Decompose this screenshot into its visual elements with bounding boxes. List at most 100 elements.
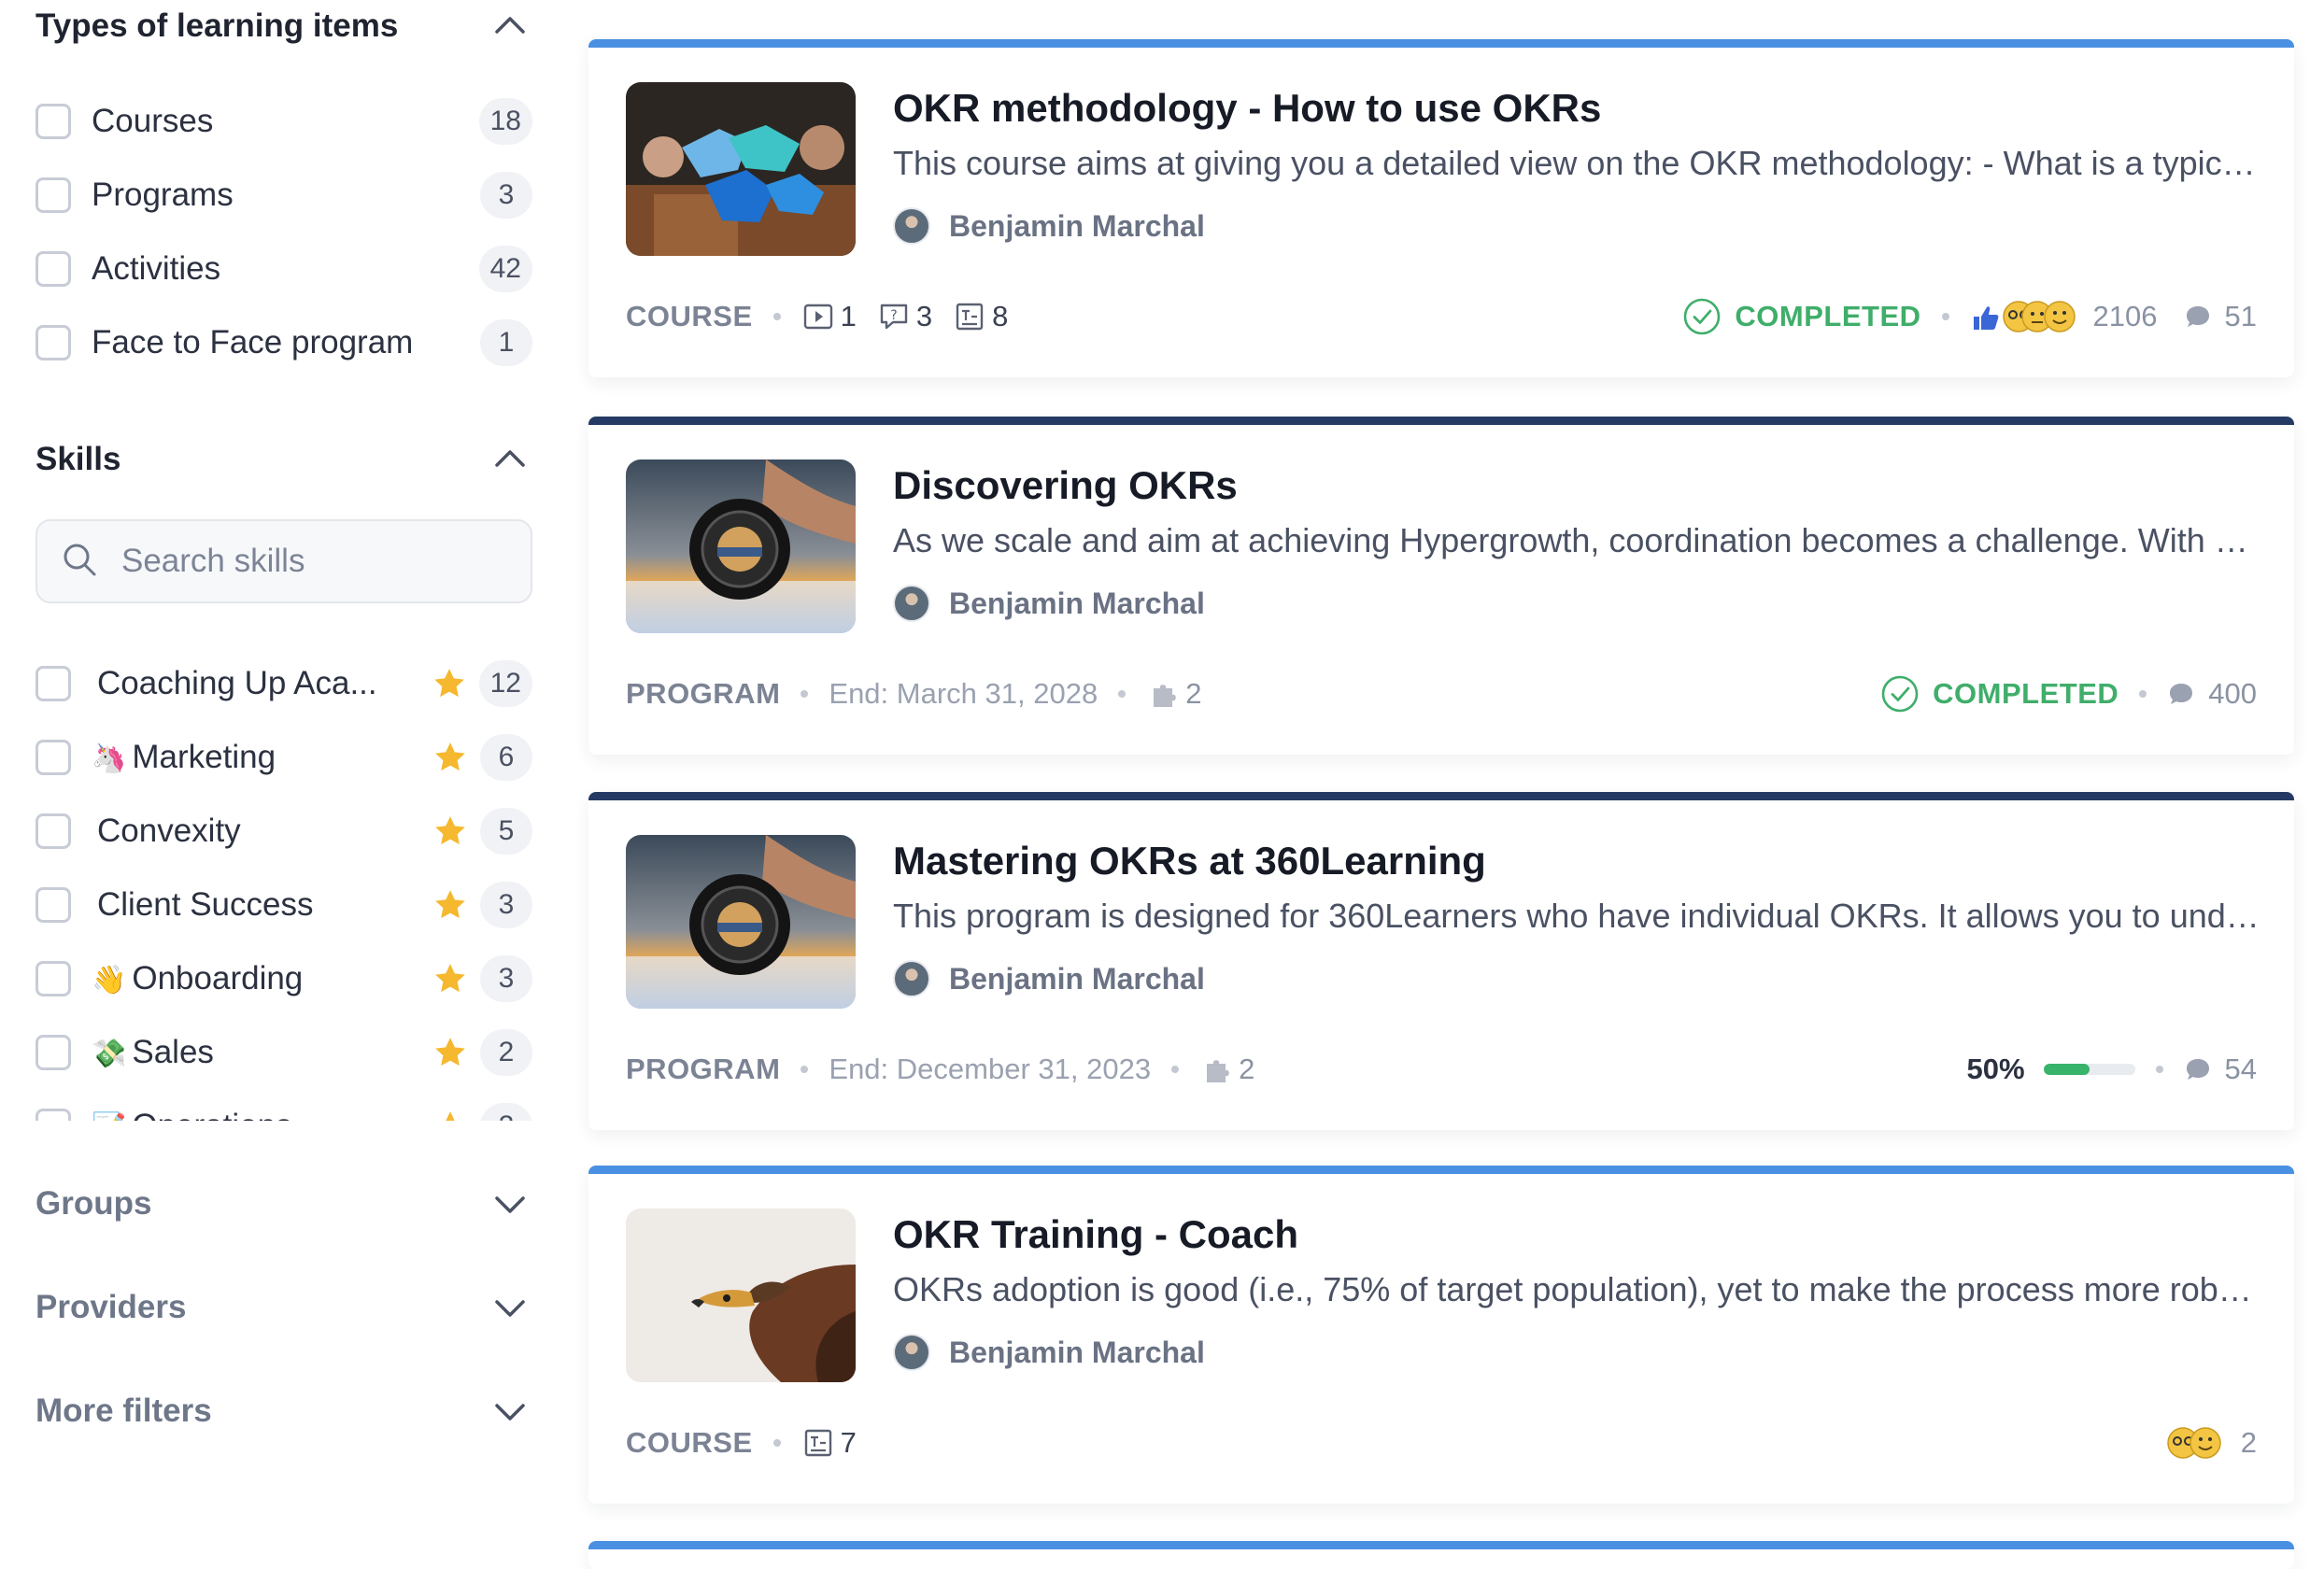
card-status-area: 50% 54 — [1966, 1046, 2257, 1093]
filter-skill-operations[interactable]: 📝Operations 2 — [35, 1098, 532, 1121]
card-accent-bar — [588, 792, 2294, 800]
card-title[interactable]: OKR Training - Coach — [893, 1212, 1298, 1257]
filter-type-programs[interactable]: Programs 3 — [35, 167, 532, 223]
reaction-emojis-icon — [2167, 1427, 2221, 1459]
filter-label: Face to Face program — [92, 324, 414, 360]
filter-type-activities[interactable]: Activities 42 — [35, 241, 532, 297]
checkbox[interactable] — [35, 104, 71, 139]
learning-card[interactable]: OKR Training - Coach OKRs adoption is go… — [588, 1166, 2294, 1504]
card-title[interactable]: Mastering OKRs at 360Learning — [893, 839, 1486, 883]
skills-search-box[interactable] — [35, 519, 532, 603]
checkbox[interactable] — [35, 666, 71, 701]
card-author[interactable]: Benjamin Marchal — [893, 585, 1205, 622]
filter-label: 🦄 Marketing — [92, 739, 276, 775]
filter-skill-client-success[interactable]: Client Success 3 — [35, 877, 532, 933]
filter-type-face-to-face[interactable]: Face to Face program 1 — [35, 315, 532, 371]
check-circle-icon — [1881, 675, 1919, 713]
skills-list[interactable]: Coaching Up Aca... 12 🦄 Marketing 6 Conve… — [35, 644, 532, 1121]
reaction-emojis-icon — [1973, 301, 2076, 332]
checkbox[interactable] — [35, 961, 71, 997]
filter-skill-coaching[interactable]: Coaching Up Aca... 12 — [35, 656, 532, 712]
comment-icon — [2186, 306, 2209, 327]
skills-search-input[interactable] — [121, 543, 514, 580]
avatar — [893, 207, 930, 245]
separator-dot — [1118, 690, 1127, 698]
groups-section-title: Groups — [35, 1185, 152, 1222]
filter-skill-convexity[interactable]: Convexity 5 — [35, 803, 532, 859]
documents-count: 7 — [801, 1426, 857, 1460]
chevron-down-icon[interactable] — [488, 1389, 532, 1434]
chevron-up-icon[interactable] — [488, 437, 532, 482]
modules-count: 2 — [1146, 677, 1201, 711]
reactions[interactable] — [2162, 1422, 2228, 1463]
card-thumbnail-lens[interactable] — [626, 459, 856, 633]
card-thumbnail-eagle[interactable] — [626, 1209, 856, 1382]
document-icon — [804, 1429, 831, 1457]
progress-bar-fill — [2043, 1064, 2090, 1075]
chevron-down-icon[interactable] — [488, 1181, 532, 1226]
card-thumbnail-puzzle[interactable] — [626, 82, 856, 256]
filter-skill-sales[interactable]: 💸 Sales 2 — [35, 1025, 532, 1081]
learning-card[interactable]: OKR methodology - How to use OKRs This c… — [588, 39, 2294, 377]
groups-section-header[interactable]: Groups — [35, 1176, 532, 1232]
comments-count[interactable]: 54 — [2184, 1053, 2257, 1086]
reactions[interactable] — [1970, 296, 2080, 337]
card-author[interactable]: Benjamin Marchal — [893, 960, 1205, 997]
chevron-down-icon[interactable] — [488, 1285, 532, 1330]
learning-card[interactable]: Discovering OKRs As we scale and aim at … — [588, 417, 2294, 755]
checkbox[interactable] — [35, 325, 71, 360]
card-thumbnail-lens[interactable] — [626, 835, 856, 1009]
star-icon — [431, 665, 468, 702]
filter-count: 5 — [480, 808, 532, 855]
filter-count: 2 — [480, 1029, 532, 1076]
card-accent-bar — [588, 1166, 2294, 1174]
card-accent-bar — [588, 417, 2294, 425]
types-section-header[interactable]: Types of learning items — [35, 0, 532, 54]
filter-type-courses[interactable]: Courses 18 — [35, 93, 532, 149]
filter-skill-marketing[interactable]: 🦄 Marketing 6 — [35, 729, 532, 785]
filter-label: Courses — [92, 103, 214, 139]
more-filters-section-header[interactable]: More filters — [35, 1383, 532, 1439]
checkbox[interactable] — [35, 1109, 71, 1121]
author-name: Benjamin Marchal — [949, 961, 1205, 996]
checkbox[interactable] — [35, 251, 71, 287]
learning-card[interactable] — [588, 1541, 2294, 1569]
puzzle-piece-icon — [1154, 685, 1176, 707]
learning-card[interactable]: Mastering OKRs at 360Learning This progr… — [588, 792, 2294, 1130]
chevron-up-icon[interactable] — [488, 4, 532, 49]
end-date: End: March 31, 2028 — [829, 677, 1098, 710]
card-title[interactable]: OKR methodology - How to use OKRs — [893, 86, 1601, 131]
separator-dot — [1941, 313, 1949, 320]
puzzle-piece-icon — [1207, 1060, 1229, 1082]
providers-section-header[interactable]: Providers — [35, 1279, 532, 1336]
card-author[interactable]: Benjamin Marchal — [893, 207, 1205, 245]
item-type: COURSE — [626, 300, 753, 332]
comments-count[interactable]: 51 — [2184, 300, 2257, 333]
item-type: COURSE — [626, 1426, 753, 1459]
filter-count: 2 — [480, 1103, 532, 1121]
separator-dot — [801, 690, 809, 698]
checkbox[interactable] — [35, 887, 71, 923]
author-name: Benjamin Marchal — [949, 208, 1205, 243]
skills-section-header[interactable]: Skills — [35, 431, 532, 488]
filter-label: Coaching Up Aca... — [97, 665, 377, 701]
unicorn-icon: 🦄 — [92, 742, 127, 775]
checkbox[interactable] — [35, 740, 71, 775]
star-icon — [432, 813, 469, 850]
card-title[interactable]: Discovering OKRs — [893, 463, 1238, 508]
checkbox[interactable] — [35, 813, 71, 849]
filter-count: 6 — [480, 734, 532, 781]
author-name: Benjamin Marchal — [949, 1335, 1205, 1369]
question-icon: ? — [880, 304, 908, 330]
card-description: OKRs adoption is good (i.e., 75% of targ… — [893, 1270, 2264, 1308]
filter-skill-onboarding[interactable]: 👋 Onboarding 3 — [35, 951, 532, 1007]
documents-count: 8 — [953, 300, 1008, 333]
checkbox[interactable] — [35, 1035, 71, 1070]
comments-count[interactable]: 400 — [2167, 677, 2257, 711]
checkbox[interactable] — [35, 177, 71, 213]
avatar — [893, 960, 930, 997]
completed-status: COMPLETED — [1880, 674, 2119, 714]
video-icon — [803, 304, 832, 330]
separator-dot — [801, 1066, 809, 1073]
card-author[interactable]: Benjamin Marchal — [893, 1334, 1205, 1371]
